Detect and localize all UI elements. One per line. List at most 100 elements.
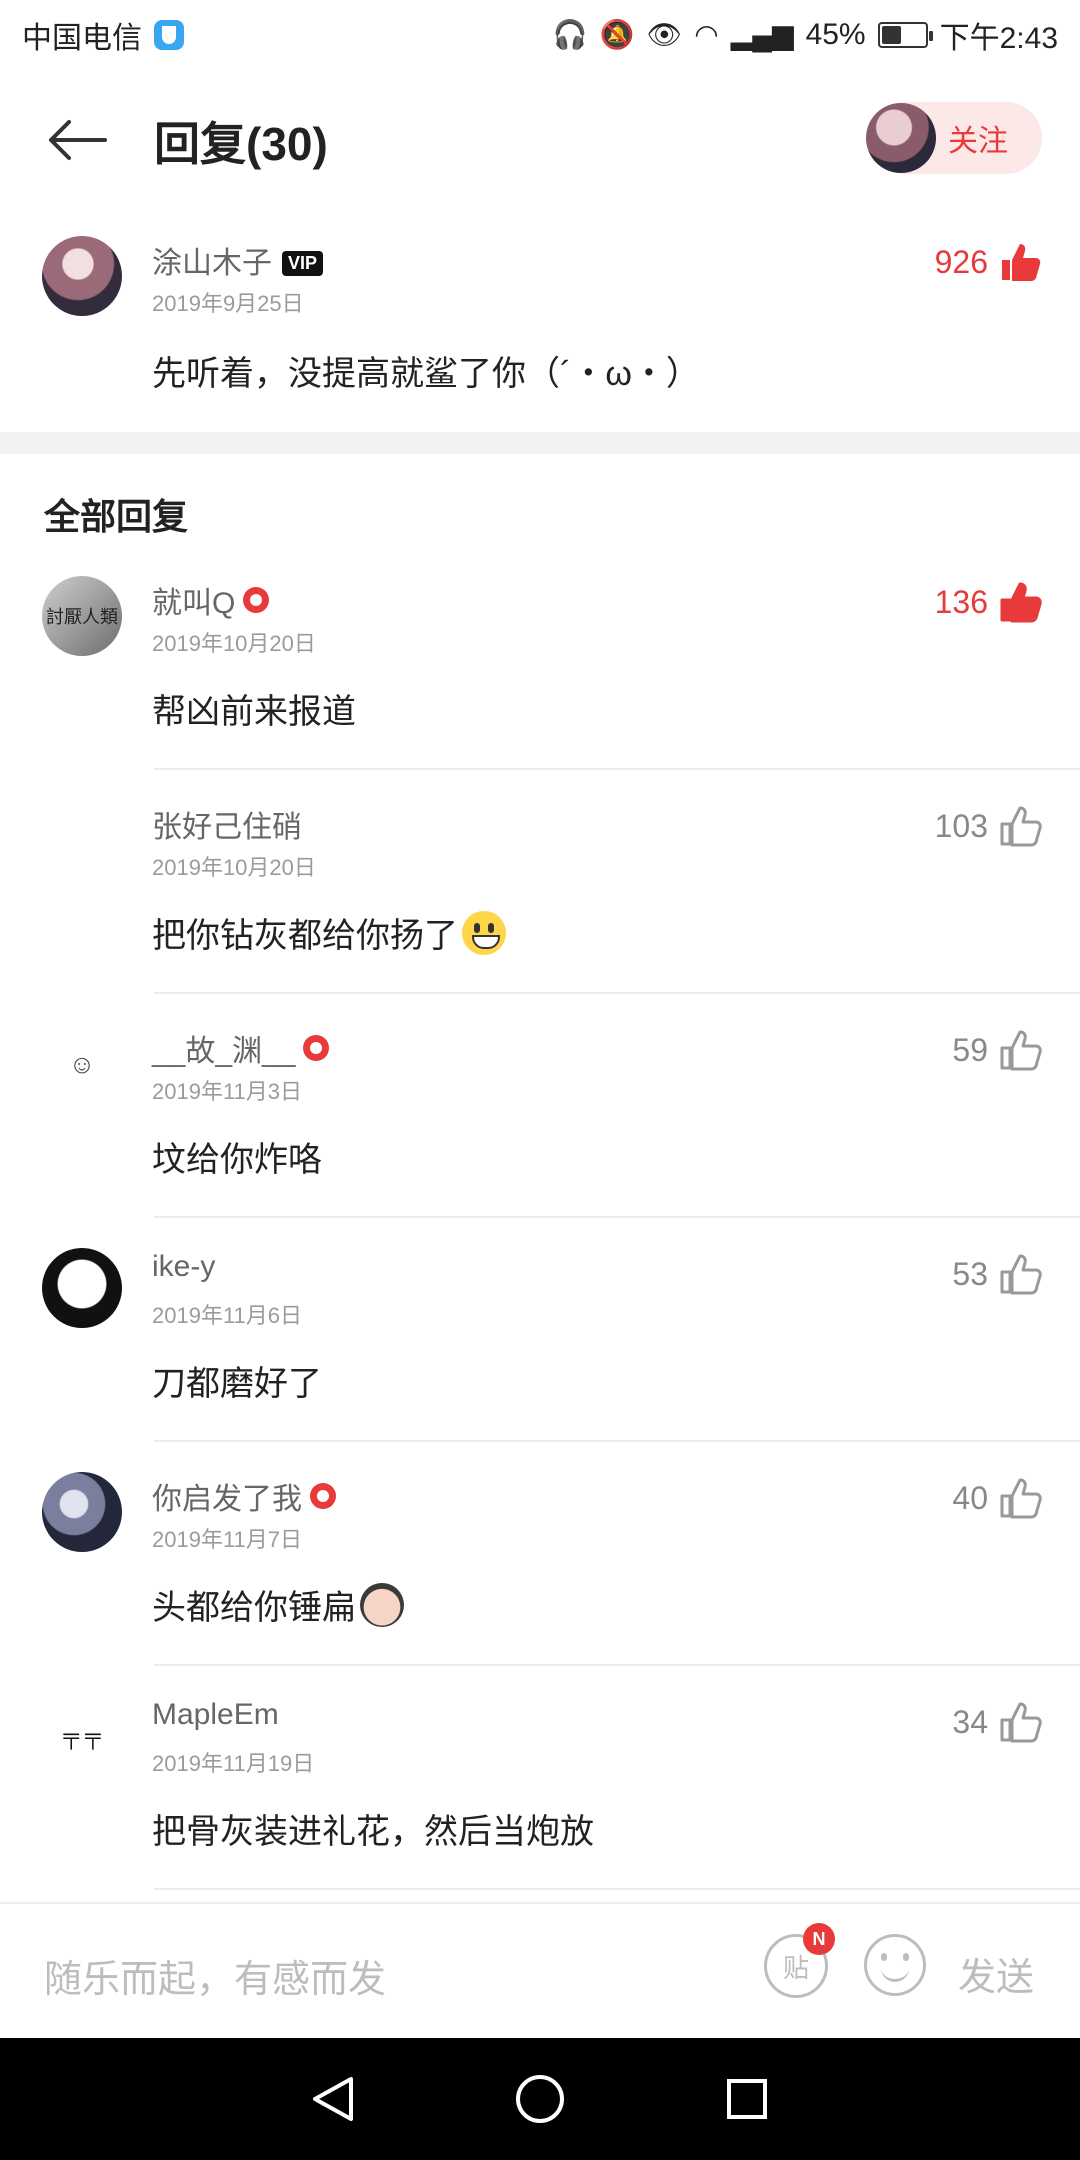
reply-text: 把骨灰装进礼花，然后当炮放 (152, 1804, 594, 1853)
reply-text-content: 把你钻灰都给你扬了 (152, 917, 458, 955)
reply-date: 2019年11月7日 (152, 1527, 303, 1552)
reply-user[interactable]: 张好己住硝 (152, 802, 302, 846)
section-divider (0, 432, 1080, 454)
reply-divider (154, 992, 1080, 994)
reply-avatar[interactable]: ☺ (42, 1024, 122, 1104)
main-comment-avatar[interactable] (42, 236, 122, 316)
send-button[interactable]: 发送 (958, 1946, 1034, 2001)
reply-user[interactable]: 你启发了我 (152, 1474, 336, 1518)
reply-user[interactable]: MapleEm (152, 1698, 279, 1732)
grin-emoji-icon (462, 911, 506, 955)
reply-avatar[interactable] (42, 1472, 122, 1552)
reply-user[interactable]: 就叫Q (152, 578, 270, 622)
comment-input-bar: 随乐而起，有感而发 贴 N 发送 (0, 1902, 1080, 2038)
navigation-bar (0, 2038, 1080, 2160)
main-comment-username: 涂山木子 (152, 247, 272, 280)
reply-like-button[interactable]: 34 (952, 1700, 1042, 1744)
reply-avatar[interactable]: ╤ ╤ (42, 1696, 122, 1776)
thumbs-up-icon (1000, 1702, 1042, 1743)
reply-user[interactable]: ike-y (152, 1250, 215, 1284)
back-button[interactable] (42, 110, 112, 170)
reply-text-content: 把骨灰装进礼花，然后当炮放 (152, 1813, 594, 1851)
square-recents-icon (726, 2079, 767, 2119)
reply-divider (154, 1664, 1080, 1666)
like-count: 136 (934, 583, 988, 620)
nav-back-button[interactable] (303, 2069, 363, 2129)
verified-icon (303, 1035, 330, 1061)
like-count: 34 (952, 1703, 988, 1740)
battery-percent: 45% (805, 18, 866, 51)
thumbs-up-icon (1000, 1254, 1042, 1295)
status-right: 🎧 🔕 👁 ◠ ▂▄▆ 45% 下午2:43 (553, 13, 1058, 57)
main-comment-like-button[interactable]: 926 (935, 240, 1042, 284)
reply-divider (154, 1440, 1080, 1442)
eye-icon: 👁 (646, 19, 683, 50)
reply-like-button[interactable]: 53 (952, 1252, 1042, 1296)
reply-user[interactable]: __故_渊__ (152, 1026, 330, 1070)
reply-date: 2019年11月19日 (152, 1751, 315, 1776)
follow-button[interactable]: 关注 (866, 102, 1042, 174)
battery-icon (877, 22, 933, 48)
reply-like-button[interactable]: 40 (952, 1476, 1042, 1520)
tie-label: 贴 (782, 1952, 809, 1983)
reply-text-content: 坟给你炸咯 (152, 1141, 322, 1179)
reply-text-content: 帮凶前来报道 (152, 693, 356, 731)
avatar-text: ☺ (68, 1048, 96, 1079)
verified-icon (243, 587, 270, 613)
author-avatar (866, 103, 936, 173)
arrow-left-icon (49, 120, 107, 160)
shield-icon (154, 20, 184, 50)
reply-date: 2019年11月3日 (152, 1079, 303, 1104)
reply-avatar[interactable]: 討厭人類 (42, 576, 122, 656)
reply-avatar[interactable] (42, 1248, 122, 1328)
face-emoji-icon (360, 1583, 404, 1627)
reply-text-content: 刀都磨好了 (152, 1365, 322, 1403)
reply-username: ike-y (152, 1250, 216, 1283)
verified-icon (310, 1483, 336, 1509)
reply-avatar[interactable] (42, 800, 122, 880)
like-count: 59 (952, 1031, 988, 1068)
carrier-label: 中国电信 (22, 22, 142, 55)
reply-text: 把你钻灰都给你扬了 (152, 908, 506, 957)
reply-username: MapleEm (152, 1698, 279, 1731)
reply-username: 张好己住硝 (152, 811, 302, 844)
reply-username: 你启发了我 (152, 1483, 302, 1516)
wifi-icon: ◠ (694, 19, 719, 50)
nav-recents-button[interactable] (717, 2069, 777, 2129)
emoji-button[interactable] (864, 1934, 926, 1996)
thumbs-up-icon (1000, 1478, 1042, 1519)
thumbs-up-icon (1000, 806, 1042, 847)
reply-username: __故_渊__ (152, 1035, 296, 1068)
reply-divider (154, 768, 1080, 770)
reply-text: 坟给你炸咯 (152, 1132, 322, 1181)
mute-icon: 🔕 (599, 19, 635, 50)
reply-text: 头都给你锤扁 (152, 1580, 404, 1629)
page-title: 回复(30) (154, 118, 328, 170)
reply-date: 2019年11月6日 (152, 1303, 303, 1328)
status-bar: 中国电信 🎧 🔕 👁 ◠ ▂▄▆ 45% 下午2:43 (0, 0, 1080, 70)
like-count: 53 (952, 1255, 988, 1292)
vip-badge: VIP (282, 251, 324, 276)
tie-button[interactable]: 贴 N (764, 1923, 835, 1998)
like-count: 103 (934, 807, 988, 844)
reply-divider (154, 1888, 1080, 1890)
follow-label: 关注 (948, 125, 1008, 158)
main-comment-user[interactable]: 涂山木子 VIP (152, 238, 324, 282)
main-comment-date: 2019年9月25日 (152, 291, 304, 316)
notification-badge: N (803, 1923, 835, 1955)
app-root: 中国电信 🎧 🔕 👁 ◠ ▂▄▆ 45% 下午2:43 回复(30) 关注 涂山… (0, 0, 1080, 2160)
reply-username: 就叫Q (152, 587, 236, 620)
nav-home-button[interactable] (510, 2069, 570, 2129)
reply-date: 2019年10月20日 (152, 631, 316, 656)
avatar-text: 討厭人類 (46, 607, 118, 628)
thumbs-up-icon (1000, 582, 1042, 623)
comment-input[interactable]: 随乐而起，有感而发 (44, 1948, 386, 2003)
like-count: 926 (934, 243, 988, 280)
triangle-back-icon (313, 2077, 354, 2121)
reply-text: 刀都磨好了 (152, 1356, 322, 1405)
reply-like-button[interactable]: 136 (935, 580, 1042, 624)
thumbs-up-icon (1000, 1030, 1042, 1071)
reply-like-button[interactable]: 103 (935, 804, 1042, 848)
reply-date: 2019年10月20日 (152, 855, 316, 880)
reply-like-button[interactable]: 59 (952, 1028, 1042, 1072)
